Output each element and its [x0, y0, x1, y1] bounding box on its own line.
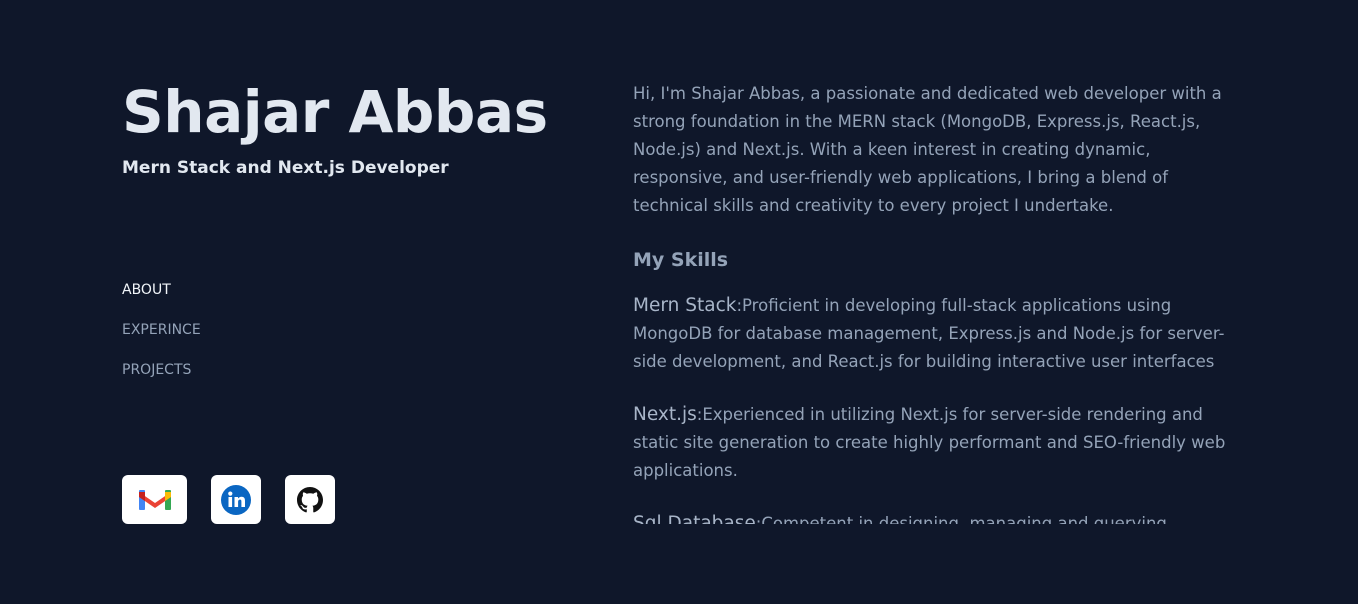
skills-heading: My Skills	[633, 249, 729, 271]
skill-item: Mern Stack:Proficient in developing full…	[633, 292, 1238, 376]
skill-title: Next.js	[633, 404, 697, 425]
nav-item-about[interactable]: ABOUT	[122, 280, 201, 320]
nav-item-projects[interactable]: PROJECTS	[122, 360, 201, 400]
portfolio-page: Shajar Abbas Mern Stack and Next.js Deve…	[0, 0, 1358, 604]
skill-item: Next.js:Experienced in utilizing Next.js…	[633, 401, 1238, 485]
gmail-icon	[138, 489, 171, 510]
social-links	[122, 475, 335, 524]
github-icon	[297, 486, 323, 512]
skill-title: Sql Database	[633, 513, 756, 524]
skill-title: Mern Stack	[633, 295, 737, 316]
skill-item: Sql Database:Competent in designing, man…	[633, 510, 1238, 524]
section-nav: ABOUT EXPERINCE PROJECTS	[122, 280, 201, 400]
profile-role: Mern Stack and Next.js Developer	[122, 158, 449, 178]
linkedin-icon	[221, 484, 251, 515]
profile-name: Shajar Abbas	[122, 78, 548, 146]
about-intro: Hi, I'm Shajar Abbas, a passionate and d…	[633, 84, 1222, 215]
linkedin-button[interactable]	[211, 475, 261, 524]
nav-item-experience[interactable]: EXPERINCE	[122, 320, 201, 360]
github-button[interactable]	[285, 475, 335, 524]
skill-description: :Experienced in utilizing Next.js for se…	[633, 405, 1226, 480]
profile-column: Shajar Abbas Mern Stack and Next.js Deve…	[122, 0, 592, 604]
skill-description: :Competent in designing, managing and qu…	[755, 514, 1167, 524]
about-section: Hi, I'm Shajar Abbas, a passionate and d…	[633, 80, 1238, 524]
gmail-button[interactable]	[122, 475, 187, 524]
